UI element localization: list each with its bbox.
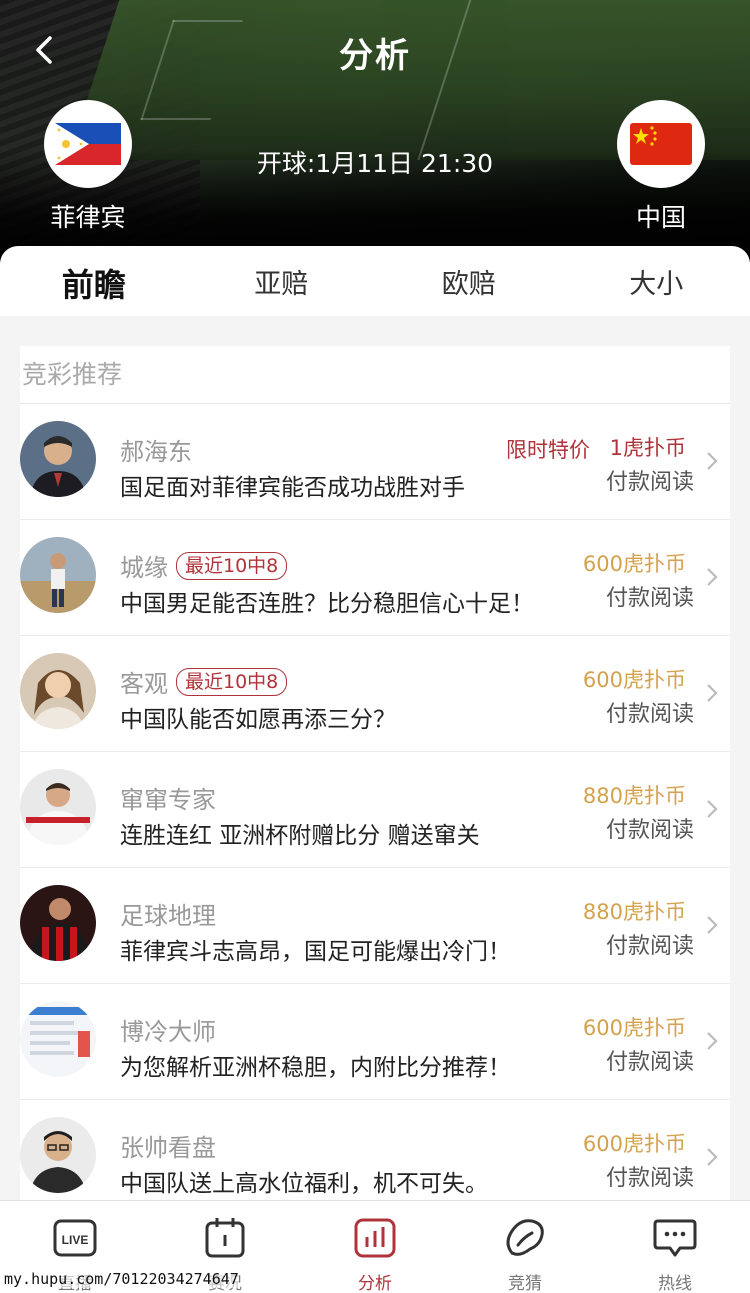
away-team[interactable]: 中国: [616, 100, 706, 234]
promo-label: 限时特价: [506, 438, 590, 462]
nav-label: 竞猜: [508, 1274, 542, 1293]
post-title: 连胜连红 亚洲杯附赠比分 赠送窜关: [120, 823, 480, 849]
chevron-right-icon: [707, 916, 718, 934]
nav-item-hotline[interactable]: 热线: [600, 1201, 750, 1293]
price: 1虎扑币: [609, 436, 686, 460]
pay-to-read-label: 付款阅读: [605, 702, 694, 727]
list-item[interactable]: 郝海东 限时特价 1虎扑币 国足面对菲律宾能否成功战胜对手 付款阅读: [20, 404, 730, 520]
pay-to-read-label: 付款阅读: [605, 818, 694, 843]
chevron-right-icon: [707, 684, 718, 702]
list-item[interactable]: 城缘 最近10中8 600虎扑币 中国男足能否连胜？比分稳胆信心十足！ 付款阅读: [20, 520, 730, 636]
avatar: [20, 1001, 96, 1077]
avatar: [20, 421, 96, 497]
home-team-name: 菲律宾: [50, 203, 126, 232]
avatar: [20, 885, 96, 961]
nav-item-analysis[interactable]: 分析: [300, 1201, 450, 1293]
recommendation-card: 竞彩推荐 郝海东 限时特价 1虎扑币 国足面对菲律宾能否成功战胜对手 付款阅读 …: [20, 346, 730, 1206]
pay-to-read-label: 付款阅读: [605, 934, 694, 959]
avatar: [20, 769, 96, 845]
author-name: 足球地理: [120, 902, 216, 930]
chevron-right-icon: [707, 1032, 718, 1050]
pay-to-read-label: 付款阅读: [605, 1050, 694, 1075]
svg-text:LIVE: LIVE: [62, 1233, 89, 1247]
author-name: 郝海东: [120, 438, 192, 466]
page-title: 分析: [339, 36, 411, 76]
list-item[interactable]: 足球地理 880虎扑币 菲律宾斗志高昂，国足可能爆出冷门！ 付款阅读: [20, 868, 730, 984]
nav-item-guess[interactable]: 竞猜: [450, 1201, 600, 1293]
post-title: 菲律宾斗志高昂，国足可能爆出冷门！: [120, 939, 511, 965]
list-item[interactable]: 张帅看盘 600虎扑币 中国队送上高水位福利，机不可失。 付款阅读: [20, 1100, 730, 1206]
pay-to-read-label: 付款阅读: [605, 470, 694, 495]
status-badge: 最近10中8: [176, 551, 288, 580]
avatar: [20, 537, 96, 613]
author-name: 窜窜专家: [120, 786, 216, 814]
match-header: 分析 菲律宾 开球:1月11日 21:30 中国: [0, 0, 750, 262]
price: 880虎扑币: [582, 900, 686, 924]
nav-label: 分析: [358, 1274, 392, 1293]
status-badge: 最近10中8: [176, 667, 288, 696]
avatar: [20, 1117, 96, 1193]
nav-label: 热线: [658, 1274, 692, 1293]
post-title: 国足面对菲律宾能否成功战胜对手: [120, 475, 465, 501]
analysis-tabs: 前瞻 亚赔 欧赔 大小: [0, 246, 750, 316]
calendar-icon: [205, 1218, 245, 1258]
tab-over-under[interactable]: 大小: [563, 246, 750, 316]
pay-to-read-label: 付款阅读: [605, 586, 694, 611]
away-team-name: 中国: [635, 203, 686, 232]
tab-asian-odds[interactable]: 亚赔: [188, 246, 376, 316]
author-name: 城缘: [120, 554, 168, 582]
list-item[interactable]: 窜窜专家 880虎扑币 连胜连红 亚洲杯附赠比分 赠送窜关 付款阅读: [20, 752, 730, 868]
author-name: 张帅看盘: [120, 1134, 216, 1162]
list-item[interactable]: 博冷大师 600虎扑币 为您解析亚洲杯稳胆，内附比分推荐！ 付款阅读: [20, 984, 730, 1100]
post-title: 中国队送上高水位福利，机不可失。: [120, 1171, 488, 1197]
author-name: 客观: [120, 670, 168, 698]
bean-icon: [506, 1219, 544, 1256]
price: 600虎扑币: [582, 1016, 686, 1040]
tab-european-odds[interactable]: 欧赔: [375, 246, 563, 316]
post-title: 为您解析亚洲杯稳胆，内附比分推荐！: [120, 1055, 511, 1081]
chevron-right-icon: [707, 1148, 718, 1166]
tab-preview[interactable]: 前瞻: [0, 246, 188, 316]
chevron-right-icon: [707, 452, 718, 470]
china-flag-icon: [617, 100, 705, 188]
section-title: 竞彩推荐: [20, 346, 730, 404]
post-title: 中国队能否如愿再添三分？: [120, 707, 396, 733]
author-name: 博冷大师: [120, 1018, 216, 1046]
price: 600虎扑币: [582, 552, 686, 576]
avatar: [20, 653, 96, 729]
bar-chart-icon: [354, 1218, 396, 1258]
price: 600虎扑币: [582, 1132, 686, 1156]
watermark-text: my.hupu.com/70122034274647: [4, 1270, 239, 1288]
chevron-right-icon: [707, 800, 718, 818]
list-item[interactable]: 客观 最近10中8 600虎扑币 中国队能否如愿再添三分？ 付款阅读: [20, 636, 730, 752]
post-title: 中国男足能否连胜？比分稳胆信心十足！: [120, 591, 534, 617]
chat-bubble-icon: [653, 1219, 697, 1257]
price: 880虎扑币: [582, 784, 686, 808]
chevron-right-icon: [707, 568, 718, 586]
price: 600虎扑币: [582, 668, 686, 692]
pay-to-read-label: 付款阅读: [605, 1166, 694, 1191]
live-icon: LIVE: [53, 1219, 97, 1257]
